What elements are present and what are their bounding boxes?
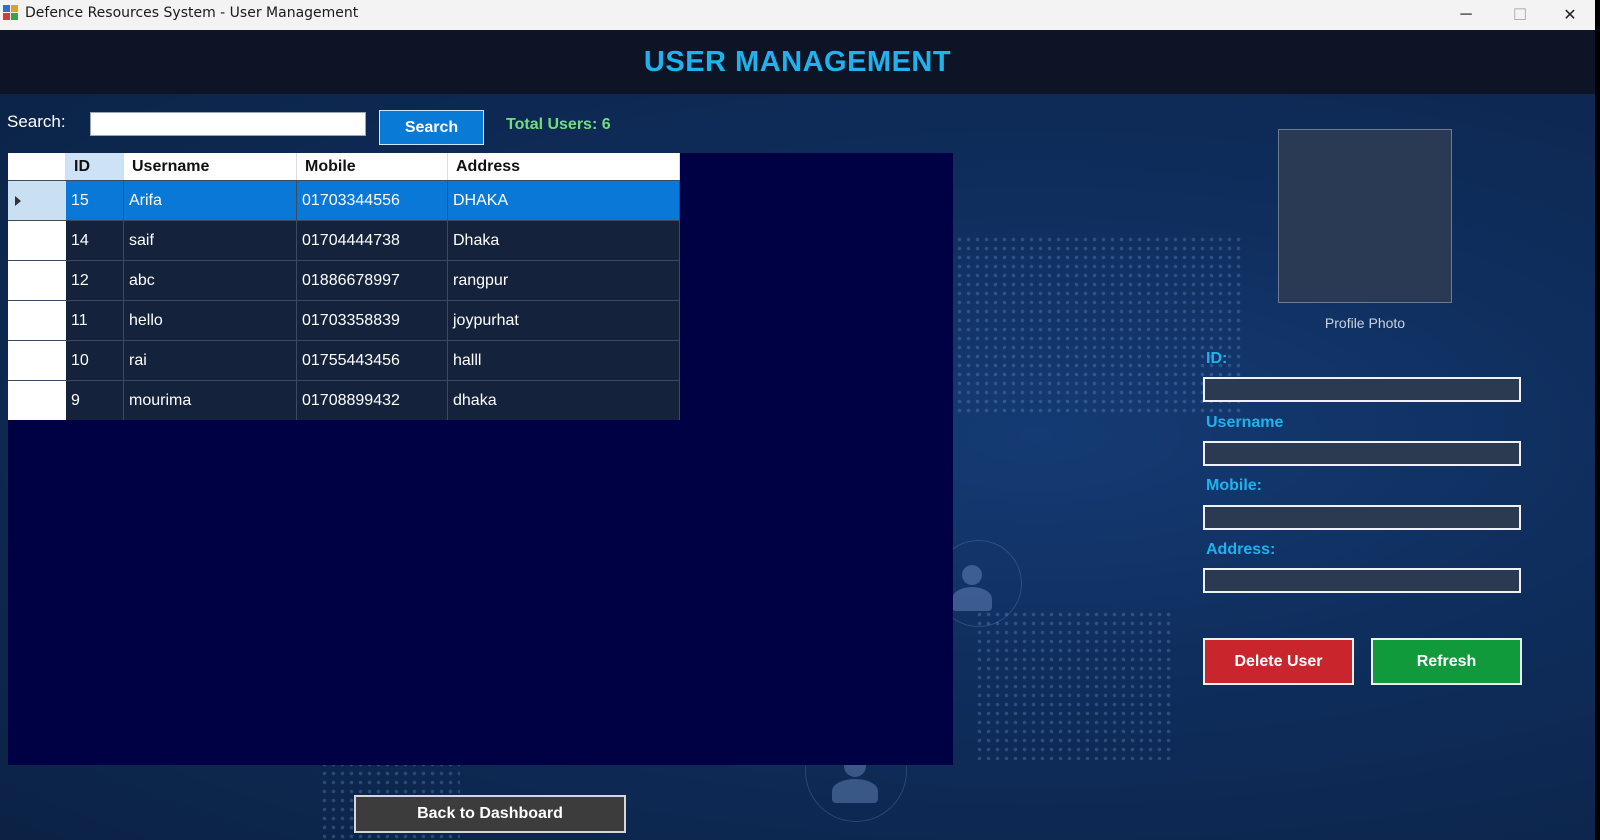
column-header-username[interactable]: Username (124, 153, 297, 180)
search-input[interactable] (90, 112, 366, 136)
table-row[interactable]: 12 abc 01886678997 rangpur (8, 260, 680, 300)
cell-username[interactable]: rai (124, 341, 297, 380)
back-to-dashboard-button[interactable]: Back to Dashboard (354, 795, 626, 833)
address-label: Address: (1206, 541, 1276, 558)
cell-username[interactable]: saif (124, 221, 297, 260)
profile-photo[interactable] (1278, 129, 1452, 303)
column-header-id[interactable]: ID (66, 153, 124, 180)
cell-address[interactable]: rangpur (448, 261, 680, 300)
mobile-field[interactable] (1203, 505, 1521, 530)
cell-id[interactable]: 14 (66, 221, 124, 260)
cell-id[interactable]: 11 (66, 301, 124, 340)
username-field[interactable] (1203, 441, 1521, 466)
row-header[interactable] (8, 381, 67, 420)
table-row[interactable]: 11 hello 01703358839 joypurhat (8, 300, 680, 340)
table-row[interactable]: 15 Arifa 01703344556 DHAKA (8, 180, 680, 220)
column-header-mobile[interactable]: Mobile (297, 153, 448, 180)
cell-address[interactable]: Dhaka (448, 221, 680, 260)
cell-mobile[interactable]: 01704444738 (297, 221, 448, 260)
current-row-arrow-icon (15, 196, 21, 206)
refresh-button[interactable]: Refresh (1371, 638, 1522, 685)
id-field[interactable] (1203, 377, 1521, 402)
row-header[interactable] (8, 181, 67, 220)
map-dots (975, 610, 1175, 760)
cell-id[interactable]: 12 (66, 261, 124, 300)
cell-username[interactable]: mourima (124, 381, 297, 420)
grid-corner-header[interactable] (8, 153, 66, 180)
cell-username[interactable]: hello (124, 301, 297, 340)
address-field[interactable] (1203, 568, 1521, 593)
cell-mobile[interactable]: 01703344556 (297, 181, 448, 220)
cell-mobile[interactable]: 01886678997 (297, 261, 448, 300)
cell-mobile[interactable]: 01755443456 (297, 341, 448, 380)
search-button[interactable]: Search (379, 110, 484, 145)
map-dots (955, 235, 1245, 415)
title-bar: Defence Resources System - User Manageme… (0, 0, 1595, 31)
app-icon (3, 5, 19, 21)
cell-address[interactable]: halll (448, 341, 680, 380)
cell-username[interactable]: abc (124, 261, 297, 300)
cell-username[interactable]: Arifa (124, 181, 297, 220)
row-header[interactable] (8, 221, 67, 260)
row-header[interactable] (8, 301, 67, 340)
cell-address[interactable]: dhaka (448, 381, 680, 420)
cell-mobile[interactable]: 01703358839 (297, 301, 448, 340)
cell-mobile[interactable]: 01708899432 (297, 381, 448, 420)
minimize-button[interactable]: ─ (1439, 0, 1493, 30)
maximize-button[interactable]: ☐ (1493, 0, 1547, 30)
total-users-count: Total Users: 6 (506, 116, 611, 133)
close-button[interactable]: ✕ (1543, 0, 1597, 30)
column-header-address[interactable]: Address (448, 153, 680, 180)
cell-address[interactable]: joypurhat (448, 301, 680, 340)
cell-id[interactable]: 10 (66, 341, 124, 380)
header-bar: USER MANAGEMENT (0, 30, 1595, 94)
table-row[interactable]: 9 mourima 01708899432 dhaka (8, 380, 680, 420)
table-row[interactable]: 14 saif 01704444738 Dhaka (8, 220, 680, 260)
cell-id[interactable]: 9 (66, 381, 124, 420)
username-label: Username (1206, 414, 1284, 431)
users-grid[interactable]: ID Username Mobile Address 15 Arifa 0170… (8, 153, 680, 420)
app-window: Defence Resources System - User Manageme… (0, 0, 1595, 840)
delete-user-button[interactable]: Delete User (1203, 638, 1354, 685)
mobile-label: Mobile: (1206, 477, 1262, 494)
row-header[interactable] (8, 261, 67, 300)
row-header[interactable] (8, 341, 67, 380)
search-label: Search: (7, 112, 66, 131)
id-label: ID: (1206, 350, 1228, 367)
cell-id[interactable]: 15 (66, 181, 124, 220)
profile-photo-label: Profile Photo (1324, 315, 1406, 331)
table-row[interactable]: 10 rai 01755443456 halll (8, 340, 680, 380)
page-title: USER MANAGEMENT (643, 46, 952, 78)
window-title: Defence Resources System - User Manageme… (25, 5, 359, 21)
grid-header: ID Username Mobile Address (8, 153, 680, 180)
cell-address[interactable]: DHAKA (448, 181, 680, 220)
